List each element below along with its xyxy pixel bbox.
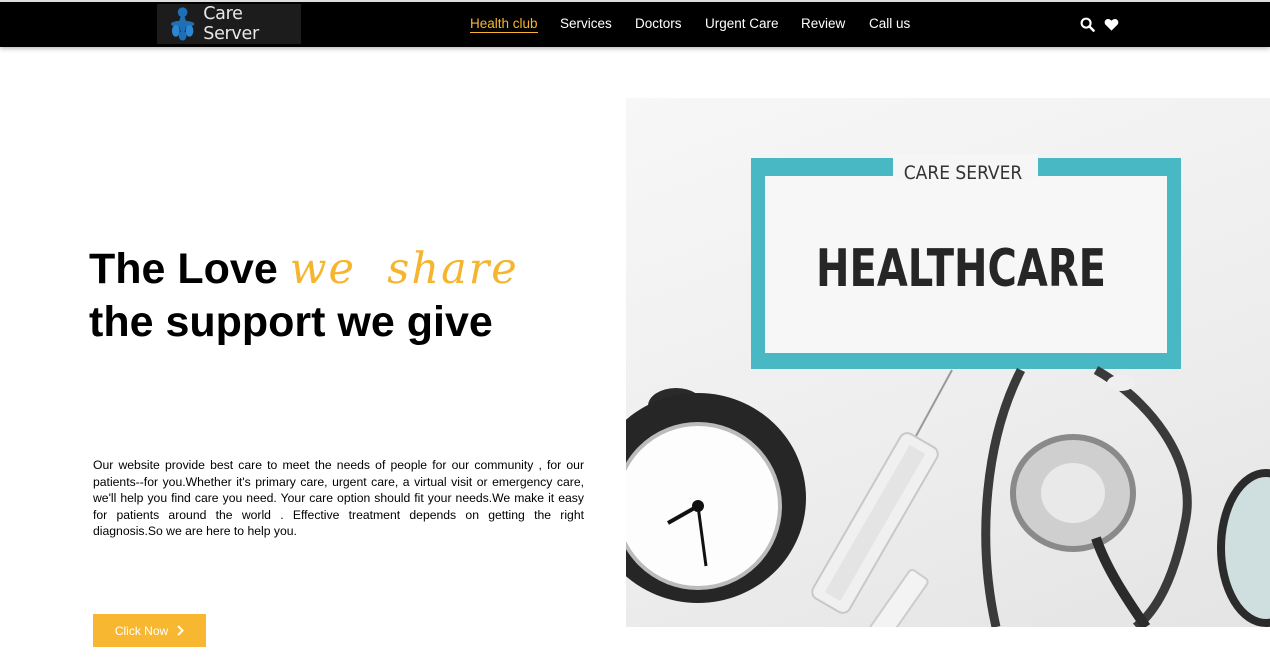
healthcare-illustration: CARE SERVER HEALTHCARE: [626, 154, 1270, 627]
nav-item-doctors[interactable]: Doctors: [635, 16, 682, 31]
headline-line1: The Love we share: [89, 244, 519, 294]
stethoscope-icon: [981, 366, 1270, 627]
hero-healthcare-image: CARE SERVER HEALTHCARE: [626, 98, 1270, 627]
hero-intro-paragraph: Our website provide best care to meet th…: [93, 458, 584, 539]
click-now-button[interactable]: Click Now: [93, 614, 206, 647]
hero-headline: The Love we share the support we give: [89, 243, 519, 349]
main-nav: Health club Services Doctors Urgent Care…: [0, 2, 1270, 47]
alarm-clock-icon: [626, 388, 806, 603]
frame-top-text: CARE SERVER: [904, 162, 1023, 184]
nav-item-review[interactable]: Review: [801, 16, 845, 31]
nav-item-health-club[interactable]: Health club: [470, 16, 538, 33]
headline-accent-text: we share: [289, 244, 519, 294]
heart-icon[interactable]: [1104, 17, 1119, 32]
headline-line2: the support we give: [89, 298, 493, 346]
chevron-right-icon: [177, 625, 185, 636]
nav-item-services[interactable]: Services: [560, 16, 612, 31]
search-icon[interactable]: [1080, 17, 1095, 32]
nav-item-urgent-care[interactable]: Urgent Care: [705, 16, 779, 31]
frame-title-text: HEALTHCARE: [816, 239, 1106, 299]
syringe-icon: [811, 369, 953, 614]
syringe-small-icon: [868, 568, 929, 627]
nav-item-call-us[interactable]: Call us: [869, 16, 910, 31]
top-navbar: Care Server Health club Services Doctors…: [0, 0, 1270, 47]
headline-line1-start: The Love: [89, 245, 278, 293]
click-now-label: Click Now: [114, 623, 169, 638]
